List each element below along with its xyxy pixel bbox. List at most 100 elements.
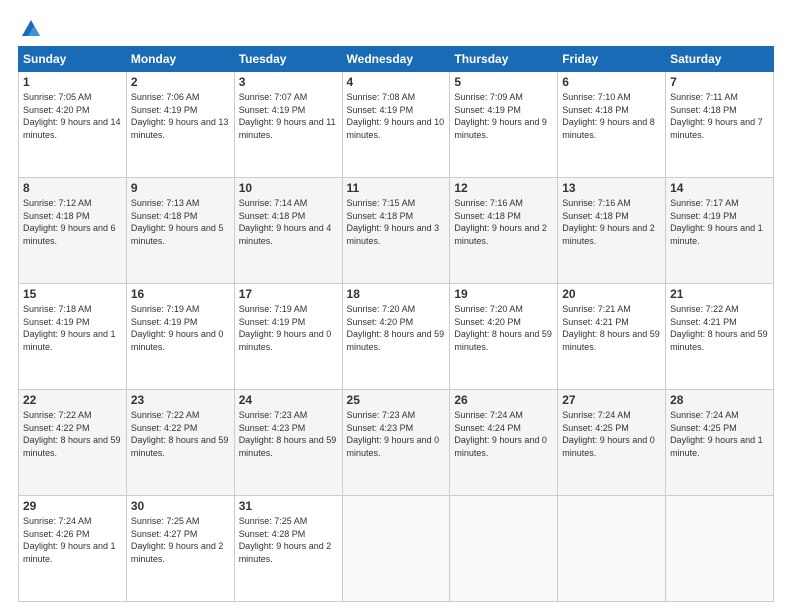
sunrise-label: Sunrise: 7:21 AM (562, 304, 631, 314)
table-row: 21 Sunrise: 7:22 AM Sunset: 4:21 PM Dayl… (666, 284, 774, 390)
day-number: 29 (23, 499, 122, 513)
calendar-week-row: 1 Sunrise: 7:05 AM Sunset: 4:20 PM Dayli… (19, 72, 774, 178)
sunset-label: Sunset: 4:18 PM (239, 211, 306, 221)
day-info: Sunrise: 7:10 AM Sunset: 4:18 PM Dayligh… (562, 91, 661, 141)
daylight-label: Daylight: 9 hours and 0 minutes. (562, 435, 655, 458)
sunset-label: Sunset: 4:24 PM (454, 423, 521, 433)
day-number: 17 (239, 287, 338, 301)
sunrise-label: Sunrise: 7:24 AM (454, 410, 523, 420)
table-row: 26 Sunrise: 7:24 AM Sunset: 4:24 PM Dayl… (450, 390, 558, 496)
table-row (342, 496, 450, 602)
daylight-label: Daylight: 8 hours and 59 minutes. (23, 435, 121, 458)
sunset-label: Sunset: 4:27 PM (131, 529, 198, 539)
day-number: 9 (131, 181, 230, 195)
sunset-label: Sunset: 4:19 PM (670, 211, 737, 221)
daylight-label: Daylight: 9 hours and 2 minutes. (239, 541, 332, 564)
daylight-label: Daylight: 9 hours and 10 minutes. (347, 117, 445, 140)
sunrise-label: Sunrise: 7:14 AM (239, 198, 308, 208)
sunset-label: Sunset: 4:18 PM (454, 211, 521, 221)
daylight-label: Daylight: 9 hours and 5 minutes. (131, 223, 224, 246)
header (18, 18, 774, 36)
sunset-label: Sunset: 4:18 PM (23, 211, 90, 221)
day-info: Sunrise: 7:24 AM Sunset: 4:24 PM Dayligh… (454, 409, 553, 459)
table-row: 19 Sunrise: 7:20 AM Sunset: 4:20 PM Dayl… (450, 284, 558, 390)
day-number: 24 (239, 393, 338, 407)
sunrise-label: Sunrise: 7:07 AM (239, 92, 308, 102)
table-row: 1 Sunrise: 7:05 AM Sunset: 4:20 PM Dayli… (19, 72, 127, 178)
sunset-label: Sunset: 4:20 PM (347, 317, 414, 327)
day-number: 10 (239, 181, 338, 195)
sunrise-label: Sunrise: 7:16 AM (562, 198, 631, 208)
daylight-label: Daylight: 8 hours and 59 minutes. (131, 435, 229, 458)
day-number: 6 (562, 75, 661, 89)
col-tuesday: Tuesday (234, 47, 342, 72)
calendar-week-row: 22 Sunrise: 7:22 AM Sunset: 4:22 PM Dayl… (19, 390, 774, 496)
sunset-label: Sunset: 4:28 PM (239, 529, 306, 539)
day-number: 8 (23, 181, 122, 195)
col-monday: Monday (126, 47, 234, 72)
sunrise-label: Sunrise: 7:25 AM (131, 516, 200, 526)
sunrise-label: Sunrise: 7:22 AM (131, 410, 200, 420)
day-number: 18 (347, 287, 446, 301)
day-number: 12 (454, 181, 553, 195)
sunrise-label: Sunrise: 7:19 AM (239, 304, 308, 314)
day-number: 31 (239, 499, 338, 513)
sunset-label: Sunset: 4:20 PM (23, 105, 90, 115)
daylight-label: Daylight: 9 hours and 14 minutes. (23, 117, 121, 140)
table-row: 11 Sunrise: 7:15 AM Sunset: 4:18 PM Dayl… (342, 178, 450, 284)
day-number: 25 (347, 393, 446, 407)
day-number: 16 (131, 287, 230, 301)
calendar-table: Sunday Monday Tuesday Wednesday Thursday… (18, 46, 774, 602)
sunrise-label: Sunrise: 7:22 AM (23, 410, 92, 420)
calendar-week-row: 15 Sunrise: 7:18 AM Sunset: 4:19 PM Dayl… (19, 284, 774, 390)
day-info: Sunrise: 7:16 AM Sunset: 4:18 PM Dayligh… (454, 197, 553, 247)
sunrise-label: Sunrise: 7:24 AM (23, 516, 92, 526)
sunset-label: Sunset: 4:19 PM (239, 105, 306, 115)
table-row: 28 Sunrise: 7:24 AM Sunset: 4:25 PM Dayl… (666, 390, 774, 496)
day-number: 20 (562, 287, 661, 301)
sunrise-label: Sunrise: 7:18 AM (23, 304, 92, 314)
day-info: Sunrise: 7:25 AM Sunset: 4:27 PM Dayligh… (131, 515, 230, 565)
day-info: Sunrise: 7:18 AM Sunset: 4:19 PM Dayligh… (23, 303, 122, 353)
page: Sunday Monday Tuesday Wednesday Thursday… (0, 0, 792, 612)
sunset-label: Sunset: 4:19 PM (454, 105, 521, 115)
day-info: Sunrise: 7:16 AM Sunset: 4:18 PM Dayligh… (562, 197, 661, 247)
day-info: Sunrise: 7:11 AM Sunset: 4:18 PM Dayligh… (670, 91, 769, 141)
daylight-label: Daylight: 9 hours and 2 minutes. (131, 541, 224, 564)
table-row: 23 Sunrise: 7:22 AM Sunset: 4:22 PM Dayl… (126, 390, 234, 496)
daylight-label: Daylight: 8 hours and 59 minutes. (562, 329, 660, 352)
sunrise-label: Sunrise: 7:24 AM (670, 410, 739, 420)
table-row: 24 Sunrise: 7:23 AM Sunset: 4:23 PM Dayl… (234, 390, 342, 496)
day-number: 5 (454, 75, 553, 89)
daylight-label: Daylight: 8 hours and 59 minutes. (239, 435, 337, 458)
daylight-label: Daylight: 9 hours and 1 minute. (23, 541, 116, 564)
sunset-label: Sunset: 4:18 PM (347, 211, 414, 221)
sunset-label: Sunset: 4:23 PM (347, 423, 414, 433)
sunset-label: Sunset: 4:19 PM (23, 317, 90, 327)
day-number: 22 (23, 393, 122, 407)
day-info: Sunrise: 7:06 AM Sunset: 4:19 PM Dayligh… (131, 91, 230, 141)
day-info: Sunrise: 7:08 AM Sunset: 4:19 PM Dayligh… (347, 91, 446, 141)
sunrise-label: Sunrise: 7:09 AM (454, 92, 523, 102)
table-row (666, 496, 774, 602)
day-number: 19 (454, 287, 553, 301)
sunset-label: Sunset: 4:23 PM (239, 423, 306, 433)
sunset-label: Sunset: 4:19 PM (131, 317, 198, 327)
day-info: Sunrise: 7:05 AM Sunset: 4:20 PM Dayligh… (23, 91, 122, 141)
table-row: 25 Sunrise: 7:23 AM Sunset: 4:23 PM Dayl… (342, 390, 450, 496)
daylight-label: Daylight: 9 hours and 1 minute. (670, 223, 763, 246)
day-number: 13 (562, 181, 661, 195)
table-row: 18 Sunrise: 7:20 AM Sunset: 4:20 PM Dayl… (342, 284, 450, 390)
daylight-label: Daylight: 8 hours and 59 minutes. (454, 329, 552, 352)
daylight-label: Daylight: 9 hours and 2 minutes. (454, 223, 547, 246)
sunrise-label: Sunrise: 7:10 AM (562, 92, 631, 102)
calendar-week-row: 8 Sunrise: 7:12 AM Sunset: 4:18 PM Dayli… (19, 178, 774, 284)
sunrise-label: Sunrise: 7:25 AM (239, 516, 308, 526)
sunrise-label: Sunrise: 7:19 AM (131, 304, 200, 314)
day-info: Sunrise: 7:12 AM Sunset: 4:18 PM Dayligh… (23, 197, 122, 247)
daylight-label: Daylight: 9 hours and 0 minutes. (239, 329, 332, 352)
logo (18, 18, 42, 36)
table-row: 22 Sunrise: 7:22 AM Sunset: 4:22 PM Dayl… (19, 390, 127, 496)
sunset-label: Sunset: 4:18 PM (670, 105, 737, 115)
sunset-label: Sunset: 4:19 PM (347, 105, 414, 115)
